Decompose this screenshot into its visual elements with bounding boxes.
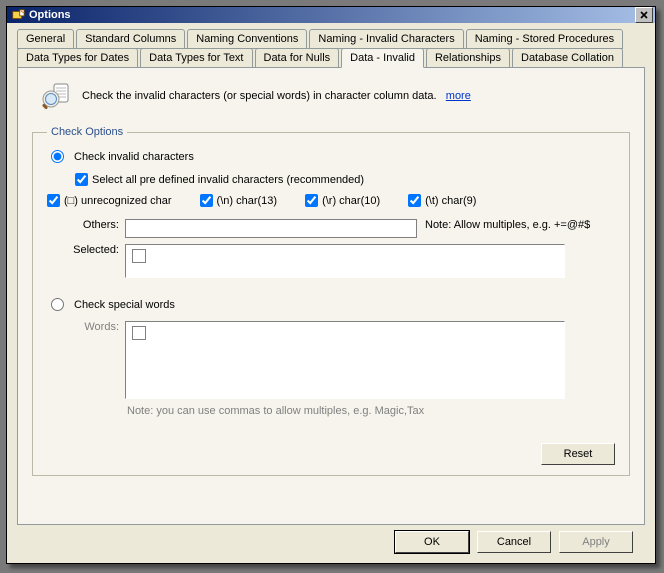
unrecognized-char-label: (□) unrecognized char	[64, 195, 172, 207]
tab-data-types-for-dates[interactable]: Data Types for Dates	[17, 48, 138, 68]
tab-database-collation[interactable]: Database Collation	[512, 48, 623, 68]
others-label: Others:	[59, 219, 125, 231]
tab-naming-stored-procedures[interactable]: Naming - Stored Procedures	[466, 29, 623, 49]
description: Check the invalid characters (or special…	[82, 90, 437, 102]
group-title: Check Options	[47, 126, 127, 138]
tab-naming-invalid-characters[interactable]: Naming - Invalid Characters	[309, 29, 463, 49]
char10-label: (\r) char(10)	[322, 195, 380, 207]
options-dialog: Options General Standard Columns Naming …	[6, 6, 656, 564]
title-text: Options	[29, 9, 633, 21]
content: General Standard Columns Naming Conventi…	[7, 23, 655, 573]
more-link[interactable]: more	[446, 90, 471, 102]
selected-box	[125, 244, 565, 278]
close-icon[interactable]	[635, 7, 653, 23]
words-row: Words:	[47, 321, 615, 399]
checkbox-char10[interactable]	[305, 194, 318, 207]
words-note: Note: you can use commas to allow multip…	[127, 405, 615, 417]
description-row: Check the invalid characters (or special…	[40, 80, 630, 112]
tab-relationships[interactable]: Relationships	[426, 48, 510, 68]
tab-panel: Check the invalid characters (or special…	[17, 67, 645, 525]
reset-button[interactable]: Reset	[541, 443, 615, 465]
tabstrip-row2: Data Types for Dates Data Types for Text…	[17, 48, 645, 68]
words-label: Words:	[59, 321, 125, 333]
selected-row: Selected:	[47, 244, 615, 290]
checkbox-char13[interactable]	[200, 194, 213, 207]
app-icon	[11, 8, 25, 22]
cancel-button[interactable]: Cancel	[477, 531, 551, 553]
tab-naming-conventions[interactable]: Naming Conventions	[187, 29, 307, 49]
radio-invalid-characters[interactable]	[51, 150, 64, 163]
description-text: Check the invalid characters (or special…	[82, 90, 471, 102]
checkbox-char9[interactable]	[408, 194, 421, 207]
radio-invalid-label: Check invalid characters	[74, 151, 194, 163]
checkbox-predefined[interactable]	[75, 173, 88, 186]
checkbox-unrecognized-char[interactable]	[47, 194, 60, 207]
others-row: Others: Note: Allow multiples, e.g. +=@#…	[47, 219, 615, 238]
radio-words-label: Check special words	[74, 299, 175, 311]
invalid-char-row: (□) unrecognized char (\n) char(13) (\r)…	[47, 194, 615, 207]
tab-data-types-for-text[interactable]: Data Types for Text	[140, 48, 252, 68]
radio-special-words[interactable]	[51, 298, 64, 311]
ok-button[interactable]: OK	[395, 531, 469, 553]
check-data-icon	[40, 80, 72, 112]
tab-general[interactable]: General	[17, 29, 74, 49]
words-box	[125, 321, 565, 399]
char13-label: (\n) char(13)	[217, 195, 278, 207]
tab-standard-columns[interactable]: Standard Columns	[76, 29, 185, 49]
tabstrip-row1: General Standard Columns Naming Conventi…	[17, 29, 645, 49]
selected-placeholder-icon	[132, 249, 146, 263]
others-note: Note: Allow multiples, e.g. +=@#$	[425, 219, 590, 231]
tab-data-for-nulls[interactable]: Data for Nulls	[255, 48, 340, 68]
words-placeholder-icon	[132, 326, 146, 340]
char9-label: (\t) char(9)	[425, 195, 476, 207]
title-bar: Options	[7, 7, 655, 23]
selected-label: Selected:	[59, 244, 125, 256]
check-options-group: Check Options Check invalid characters S…	[32, 126, 630, 476]
others-input[interactable]	[125, 219, 417, 238]
tab-data-invalid[interactable]: Data - Invalid	[341, 48, 424, 68]
apply-button[interactable]: Apply	[559, 531, 633, 553]
dialog-buttons: OK Cancel Apply	[17, 525, 645, 567]
predefined-label: Select all pre defined invalid character…	[92, 174, 364, 186]
